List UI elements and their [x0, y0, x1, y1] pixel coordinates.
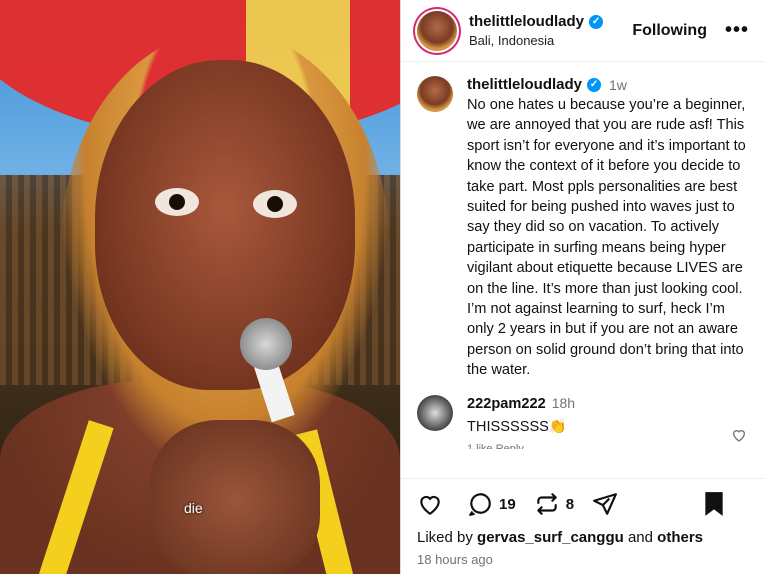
liked-by-prefix: Liked by	[417, 529, 478, 546]
verified-badge-icon: ✓	[587, 77, 602, 92]
caption-body: thelittleloudlady ✓ 1w No one hates u be…	[467, 76, 749, 381]
location-link[interactable]: Bali, Indonesia	[469, 33, 632, 48]
like-button[interactable]	[417, 491, 449, 517]
caption-time[interactable]: 1w	[609, 77, 627, 93]
header-username[interactable]: thelittleloudlady	[469, 13, 584, 30]
caption-text: No one hates u because you’re a beginner…	[467, 97, 746, 379]
post-panel: thelittleloudlady ✓ Bali, Indonesia Foll…	[400, 0, 765, 574]
header-text: thelittleloudlady ✓ Bali, Indonesia	[469, 13, 632, 48]
share-button[interactable]	[592, 491, 624, 517]
right-eye	[253, 190, 297, 218]
caption-username[interactable]: thelittleloudlady	[467, 76, 582, 93]
caption-block: thelittleloudlady ✓ 1w No one hates u be…	[401, 62, 765, 381]
send-icon	[593, 493, 617, 515]
following-button[interactable]: Following	[632, 22, 707, 40]
caption-head: thelittleloudlady ✓ 1w	[467, 76, 749, 93]
comment-item: 222pam222 18h THISSSSSS👏 1 like Reply	[401, 381, 765, 449]
posted-time[interactable]: 18 hours ago	[417, 552, 749, 567]
verified-badge-icon: ✓	[589, 14, 604, 29]
photo-overlay-caption: die	[184, 500, 203, 516]
commenter-avatar[interactable]	[417, 394, 453, 431]
liked-by-and: and	[623, 529, 658, 546]
post-photo[interactable]: die	[0, 0, 400, 574]
bookmark-icon	[705, 492, 723, 516]
liked-by-user[interactable]: gervas_surf_canggu	[477, 529, 624, 546]
face-shape	[95, 60, 355, 390]
comment-body: 222pam222 18h THISSSSSS👏 1 like Reply	[467, 395, 749, 449]
comment-text: THISSSSSS👏	[467, 418, 568, 435]
header-username-row: thelittleloudlady ✓	[469, 13, 632, 30]
commenter-username[interactable]: 222pam222	[467, 396, 546, 412]
heart-icon	[420, 495, 440, 516]
comment-bubble-icon	[469, 493, 491, 516]
liked-by-others[interactable]: others	[657, 529, 703, 546]
post-footer: 19 8 Liked by gervas_surf_canggu and oth…	[401, 478, 765, 574]
repost-icon	[536, 493, 557, 515]
action-bar: 19 8	[417, 479, 749, 529]
post-header: thelittleloudlady ✓ Bali, Indonesia Foll…	[401, 0, 765, 62]
liked-by-line: Liked by gervas_surf_canggu and others	[417, 529, 749, 546]
comment-time: 18h	[551, 394, 576, 411]
comment-actions[interactable]: 1 like Reply	[467, 443, 749, 449]
reposts-count: 8	[565, 495, 575, 513]
comment-like-heart-icon[interactable]	[731, 427, 747, 443]
more-options-icon[interactable]: •••	[725, 19, 749, 42]
author-avatar[interactable]	[417, 10, 457, 51]
repost-button[interactable]: 8	[534, 491, 574, 517]
comment-button[interactable]: 19	[467, 491, 516, 517]
left-eye	[155, 188, 199, 216]
hand-shape	[150, 420, 320, 574]
comments-count: 19	[499, 495, 516, 513]
caption-author-avatar[interactable]	[417, 76, 453, 112]
save-button[interactable]	[703, 491, 731, 517]
cotton-swab	[240, 318, 292, 370]
